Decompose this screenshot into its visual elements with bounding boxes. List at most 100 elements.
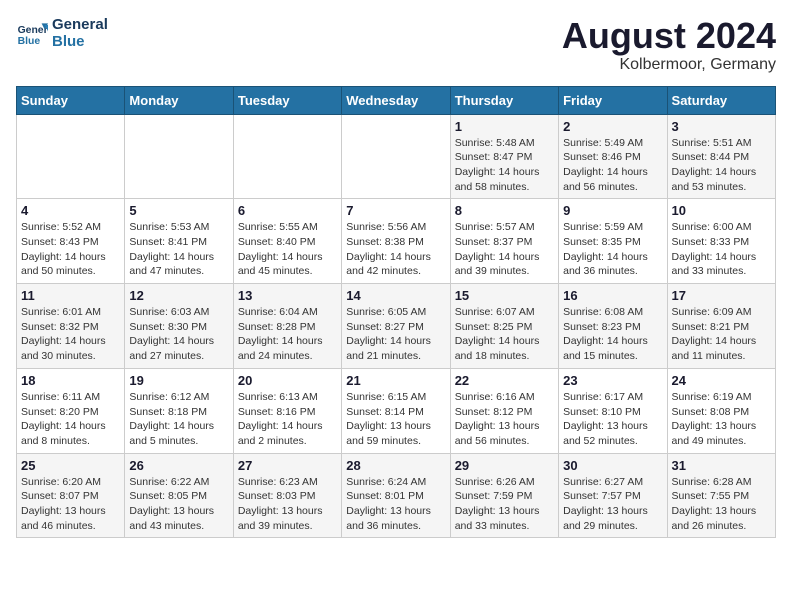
logo-icon: General Blue bbox=[16, 17, 48, 49]
calendar-day-cell: 16 Sunrise: 6:08 AM Sunset: 8:23 PM Dayli… bbox=[559, 284, 667, 369]
day-detail: Sunrise: 6:05 AM Sunset: 8:27 PM Dayligh… bbox=[346, 305, 445, 364]
day-number: 1 bbox=[455, 119, 554, 134]
calendar-day-cell: 10 Sunrise: 6:00 AM Sunset: 8:33 PM Dayli… bbox=[667, 199, 775, 284]
calendar-day-cell: 8Sunrise: 5:57 AM Sunset: 8:37 PM Daylig… bbox=[450, 199, 558, 284]
day-detail: Sunrise: 5:51 AM Sunset: 8:44 PM Dayligh… bbox=[672, 136, 771, 195]
day-number: 5 bbox=[129, 203, 228, 218]
calendar-day-cell: 17 Sunrise: 6:09 AM Sunset: 8:21 PM Dayli… bbox=[667, 284, 775, 369]
calendar-week-row: 1 Sunrise: 5:48 AM Sunset: 8:47 PM Daylig… bbox=[17, 114, 776, 199]
calendar-day-cell: 1 Sunrise: 5:48 AM Sunset: 8:47 PM Daylig… bbox=[450, 114, 558, 199]
calendar-day-cell: 23 Sunrise: 6:17 AM Sunset: 8:10 PM Dayli… bbox=[559, 368, 667, 453]
svg-text:Blue: Blue bbox=[18, 36, 41, 47]
calendar-day-cell bbox=[233, 114, 341, 199]
weekday-header-row: SundayMondayTuesdayWednesdayThursdayFrid… bbox=[17, 86, 776, 114]
day-number: 24 bbox=[672, 373, 771, 388]
day-number: 23 bbox=[563, 373, 662, 388]
day-number: 31 bbox=[672, 458, 771, 473]
calendar-day-cell: 4Sunrise: 5:52 AM Sunset: 8:43 PM Daylig… bbox=[17, 199, 125, 284]
calendar-day-cell: 13Sunrise: 6:04 AM Sunset: 8:28 PM Dayli… bbox=[233, 284, 341, 369]
calendar-day-cell: 5 Sunrise: 5:53 AM Sunset: 8:41 PM Daylig… bbox=[125, 199, 233, 284]
calendar-day-cell: 7 Sunrise: 5:56 AM Sunset: 8:38 PM Daylig… bbox=[342, 199, 450, 284]
logo: General Blue General Blue bbox=[16, 16, 108, 50]
calendar-day-cell: 2Sunrise: 5:49 AM Sunset: 8:46 PM Daylig… bbox=[559, 114, 667, 199]
page-header: General Blue General Blue August 2024 Ko… bbox=[16, 16, 776, 74]
calendar-day-cell: 21 Sunrise: 6:15 AM Sunset: 8:14 PM Dayli… bbox=[342, 368, 450, 453]
weekday-header: Friday bbox=[559, 86, 667, 114]
day-detail: Sunrise: 6:16 AM Sunset: 8:12 PM Dayligh… bbox=[455, 390, 554, 449]
calendar-week-row: 25Sunrise: 6:20 AM Sunset: 8:07 PM Dayli… bbox=[17, 453, 776, 538]
day-detail: Sunrise: 5:59 AM Sunset: 8:35 PM Dayligh… bbox=[563, 220, 662, 279]
calendar-day-cell: 9 Sunrise: 5:59 AM Sunset: 8:35 PM Daylig… bbox=[559, 199, 667, 284]
day-detail: Sunrise: 5:53 AM Sunset: 8:41 PM Dayligh… bbox=[129, 220, 228, 279]
day-detail: Sunrise: 6:09 AM Sunset: 8:21 PM Dayligh… bbox=[672, 305, 771, 364]
day-detail: Sunrise: 6:13 AM Sunset: 8:16 PM Dayligh… bbox=[238, 390, 337, 449]
day-number: 12 bbox=[129, 288, 228, 303]
day-detail: Sunrise: 6:23 AM Sunset: 8:03 PM Dayligh… bbox=[238, 475, 337, 534]
day-detail: Sunrise: 5:56 AM Sunset: 8:38 PM Dayligh… bbox=[346, 220, 445, 279]
day-number: 16 bbox=[563, 288, 662, 303]
month-title: August 2024 bbox=[562, 16, 776, 56]
day-number: 10 bbox=[672, 203, 771, 218]
logo-text-general: General bbox=[52, 16, 108, 33]
day-detail: Sunrise: 6:19 AM Sunset: 8:08 PM Dayligh… bbox=[672, 390, 771, 449]
day-detail: Sunrise: 6:27 AM Sunset: 7:57 PM Dayligh… bbox=[563, 475, 662, 534]
day-detail: Sunrise: 5:48 AM Sunset: 8:47 PM Dayligh… bbox=[455, 136, 554, 195]
calendar-week-row: 11 Sunrise: 6:01 AM Sunset: 8:32 PM Dayli… bbox=[17, 284, 776, 369]
calendar-day-cell: 11 Sunrise: 6:01 AM Sunset: 8:32 PM Dayli… bbox=[17, 284, 125, 369]
day-number: 3 bbox=[672, 119, 771, 134]
calendar-day-cell: 3 Sunrise: 5:51 AM Sunset: 8:44 PM Daylig… bbox=[667, 114, 775, 199]
weekday-header: Saturday bbox=[667, 86, 775, 114]
day-number: 9 bbox=[563, 203, 662, 218]
weekday-header: Sunday bbox=[17, 86, 125, 114]
calendar-day-cell bbox=[125, 114, 233, 199]
day-number: 29 bbox=[455, 458, 554, 473]
day-number: 15 bbox=[455, 288, 554, 303]
day-number: 2 bbox=[563, 119, 662, 134]
day-number: 30 bbox=[563, 458, 662, 473]
day-number: 7 bbox=[346, 203, 445, 218]
day-detail: Sunrise: 6:28 AM Sunset: 7:55 PM Dayligh… bbox=[672, 475, 771, 534]
day-detail: Sunrise: 6:07 AM Sunset: 8:25 PM Dayligh… bbox=[455, 305, 554, 364]
day-number: 25 bbox=[21, 458, 120, 473]
day-detail: Sunrise: 5:52 AM Sunset: 8:43 PM Dayligh… bbox=[21, 220, 120, 279]
day-number: 21 bbox=[346, 373, 445, 388]
day-detail: Sunrise: 6:26 AM Sunset: 7:59 PM Dayligh… bbox=[455, 475, 554, 534]
day-detail: Sunrise: 6:17 AM Sunset: 8:10 PM Dayligh… bbox=[563, 390, 662, 449]
day-number: 6 bbox=[238, 203, 337, 218]
calendar-day-cell: 20 Sunrise: 6:13 AM Sunset: 8:16 PM Dayli… bbox=[233, 368, 341, 453]
day-number: 11 bbox=[21, 288, 120, 303]
day-detail: Sunrise: 6:11 AM Sunset: 8:20 PM Dayligh… bbox=[21, 390, 120, 449]
day-detail: Sunrise: 6:24 AM Sunset: 8:01 PM Dayligh… bbox=[346, 475, 445, 534]
calendar-table: SundayMondayTuesdayWednesdayThursdayFrid… bbox=[16, 86, 776, 539]
day-detail: Sunrise: 6:01 AM Sunset: 8:32 PM Dayligh… bbox=[21, 305, 120, 364]
calendar-week-row: 4Sunrise: 5:52 AM Sunset: 8:43 PM Daylig… bbox=[17, 199, 776, 284]
day-number: 8 bbox=[455, 203, 554, 218]
calendar-week-row: 18 Sunrise: 6:11 AM Sunset: 8:20 PM Dayli… bbox=[17, 368, 776, 453]
calendar-day-cell: 25Sunrise: 6:20 AM Sunset: 8:07 PM Dayli… bbox=[17, 453, 125, 538]
day-detail: Sunrise: 6:08 AM Sunset: 8:23 PM Dayligh… bbox=[563, 305, 662, 364]
day-number: 18 bbox=[21, 373, 120, 388]
weekday-header: Wednesday bbox=[342, 86, 450, 114]
weekday-header: Tuesday bbox=[233, 86, 341, 114]
day-number: 22 bbox=[455, 373, 554, 388]
day-number: 14 bbox=[346, 288, 445, 303]
day-number: 13 bbox=[238, 288, 337, 303]
calendar-day-cell bbox=[342, 114, 450, 199]
day-number: 26 bbox=[129, 458, 228, 473]
day-number: 17 bbox=[672, 288, 771, 303]
title-block: August 2024 Kolbermoor, Germany bbox=[562, 16, 776, 74]
location-subtitle: Kolbermoor, Germany bbox=[562, 56, 776, 74]
calendar-day-cell: 6 Sunrise: 5:55 AM Sunset: 8:40 PM Daylig… bbox=[233, 199, 341, 284]
day-detail: Sunrise: 5:55 AM Sunset: 8:40 PM Dayligh… bbox=[238, 220, 337, 279]
day-detail: Sunrise: 6:15 AM Sunset: 8:14 PM Dayligh… bbox=[346, 390, 445, 449]
calendar-day-cell: 12Sunrise: 6:03 AM Sunset: 8:30 PM Dayli… bbox=[125, 284, 233, 369]
calendar-day-cell: 29 Sunrise: 6:26 AM Sunset: 7:59 PM Dayli… bbox=[450, 453, 558, 538]
calendar-day-cell: 28 Sunrise: 6:24 AM Sunset: 8:01 PM Dayli… bbox=[342, 453, 450, 538]
day-detail: Sunrise: 6:00 AM Sunset: 8:33 PM Dayligh… bbox=[672, 220, 771, 279]
calendar-day-cell: 18 Sunrise: 6:11 AM Sunset: 8:20 PM Dayli… bbox=[17, 368, 125, 453]
calendar-day-cell: 27Sunrise: 6:23 AM Sunset: 8:03 PM Dayli… bbox=[233, 453, 341, 538]
day-number: 28 bbox=[346, 458, 445, 473]
calendar-day-cell: 14 Sunrise: 6:05 AM Sunset: 8:27 PM Dayli… bbox=[342, 284, 450, 369]
calendar-day-cell: 24 Sunrise: 6:19 AM Sunset: 8:08 PM Dayli… bbox=[667, 368, 775, 453]
day-number: 20 bbox=[238, 373, 337, 388]
